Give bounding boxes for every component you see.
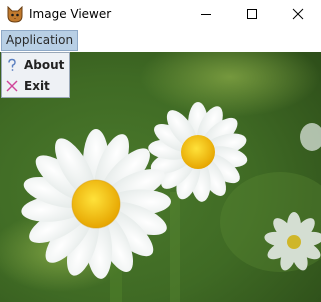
menu-item-exit[interactable]: Exit — [5, 76, 50, 96]
minimize-icon — [200, 5, 212, 24]
maximize-icon — [246, 5, 258, 24]
cat-app-icon — [6, 5, 24, 23]
close-icon — [292, 5, 304, 24]
minimize-button[interactable] — [183, 0, 229, 29]
window-title: Image Viewer — [29, 7, 112, 21]
question-icon — [5, 58, 19, 72]
application-menu-dropdown: About Exit — [1, 52, 70, 98]
maximize-button[interactable] — [229, 0, 275, 29]
menu-item-exit-label: Exit — [24, 79, 50, 93]
title-bar: Image Viewer — [0, 0, 321, 29]
close-x-icon — [5, 79, 19, 93]
close-button[interactable] — [275, 0, 321, 29]
menu-item-about[interactable]: About — [5, 55, 64, 75]
menu-bar: Application — [0, 29, 321, 52]
menu-application[interactable]: Application — [1, 30, 79, 51]
menu-item-about-label: About — [24, 58, 65, 72]
